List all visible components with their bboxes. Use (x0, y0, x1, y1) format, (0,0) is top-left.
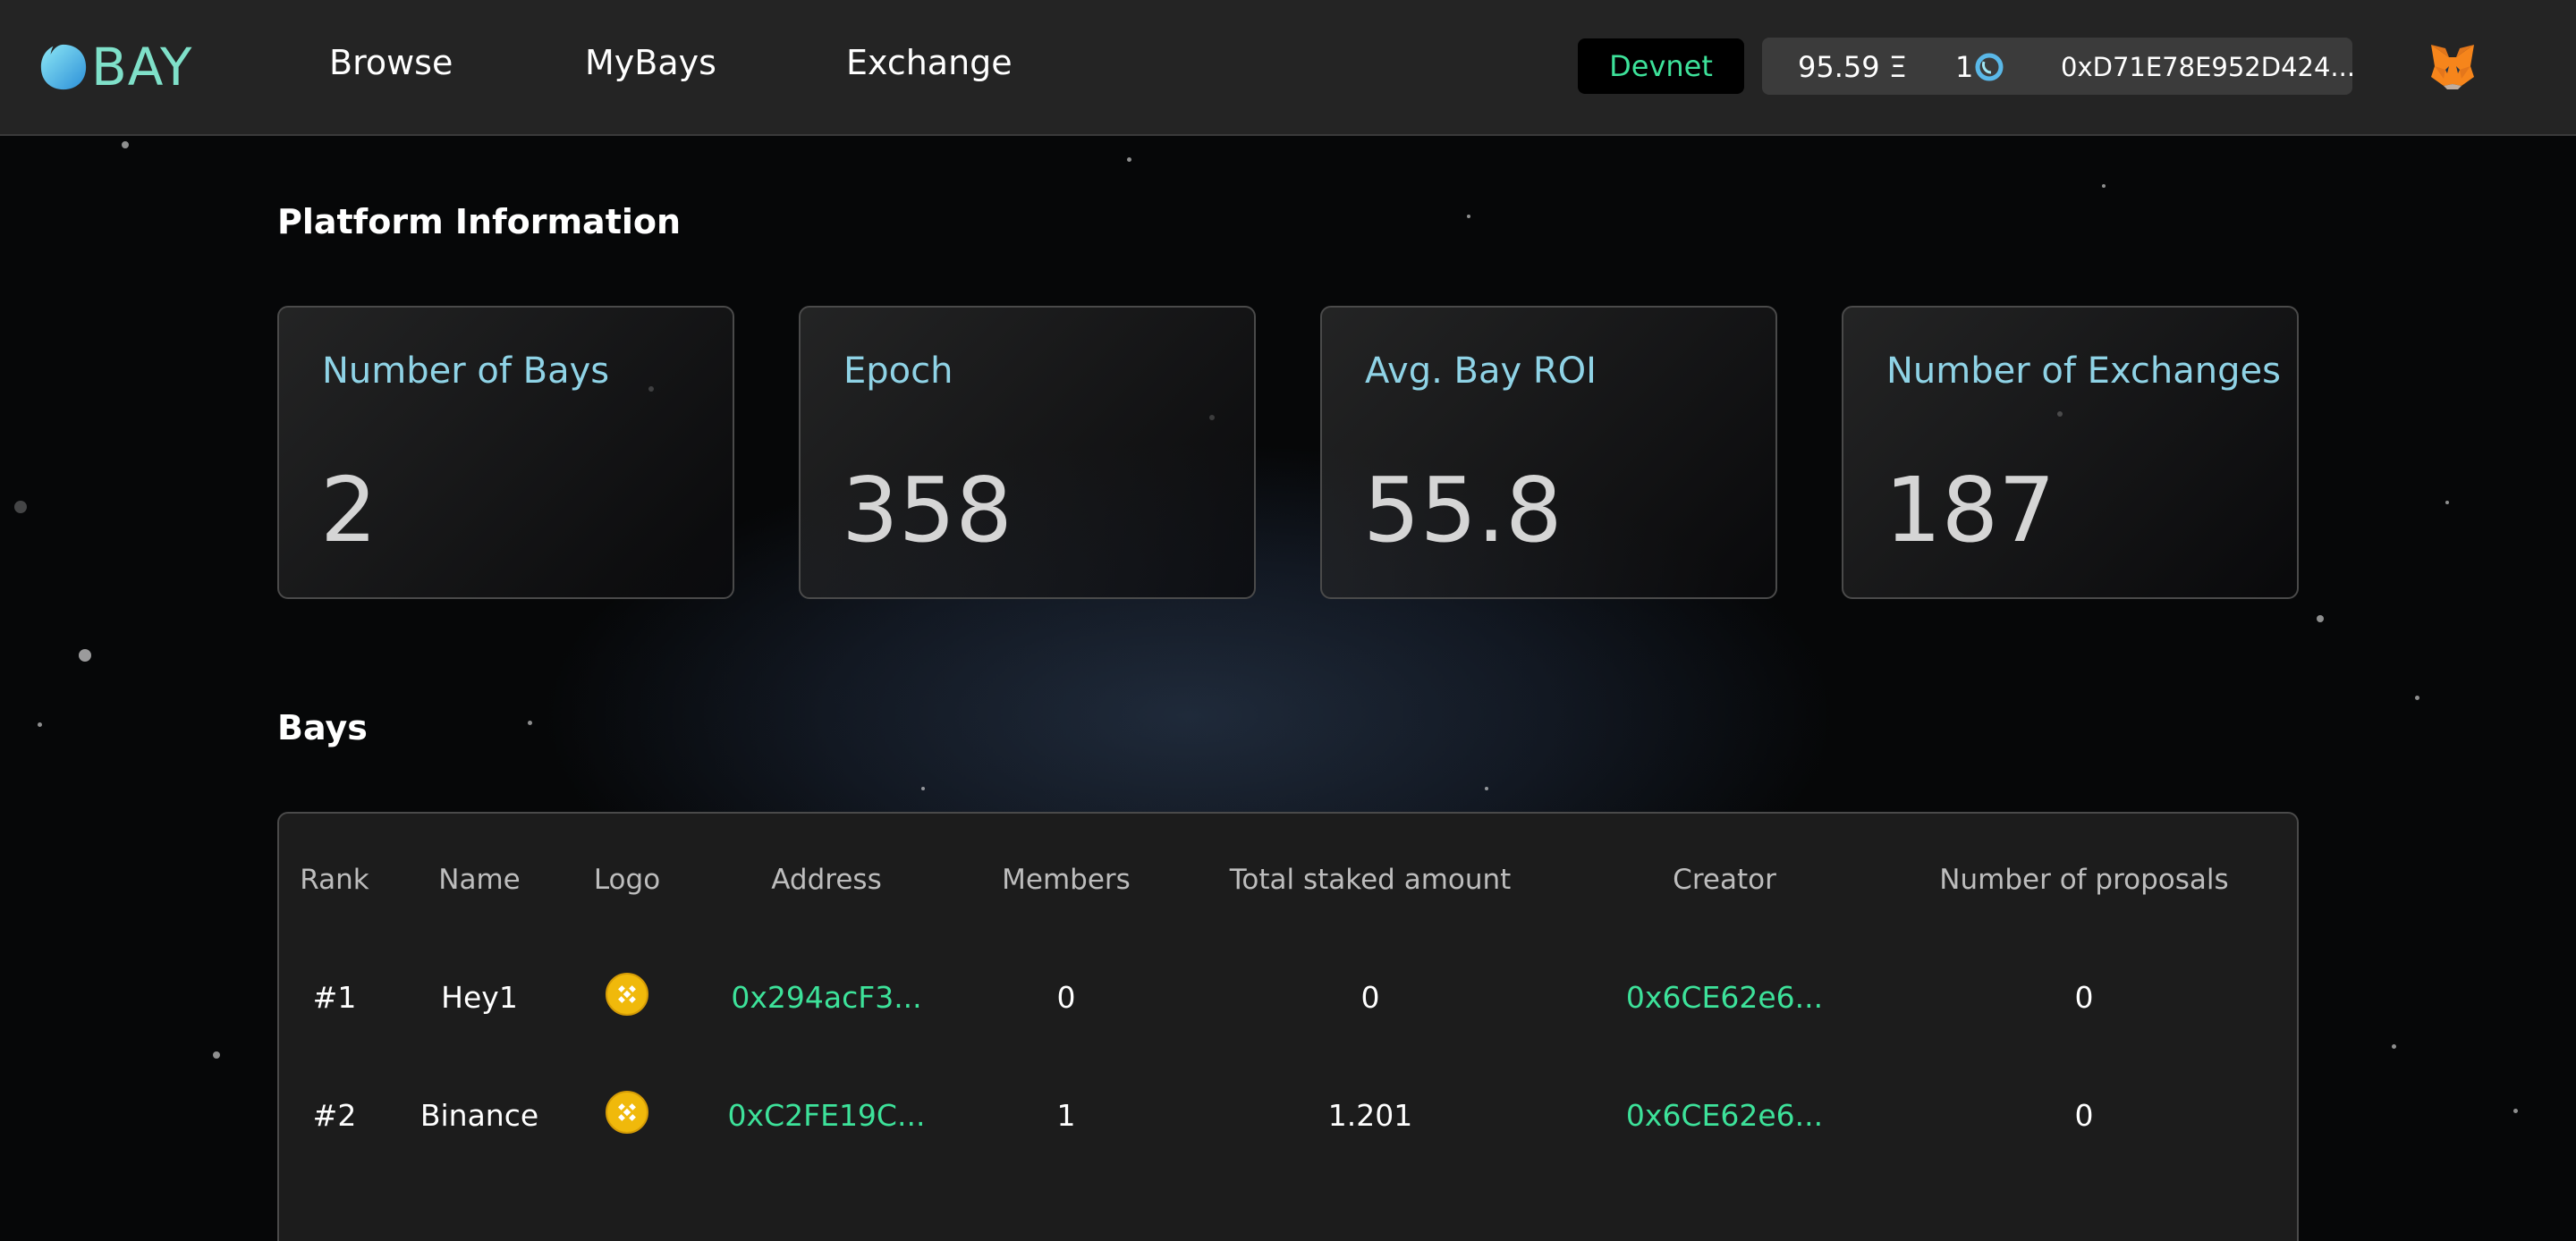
cell-name: Hey1 (441, 980, 518, 1015)
cell-total-staked: 0 (1360, 980, 1380, 1015)
column-header-logo: Logo (593, 864, 661, 896)
stat-card-label: Epoch (843, 350, 953, 392)
cell-address-link[interactable]: 0xC2FE19C... (728, 1098, 926, 1133)
column-header-proposals: Number of proposals (1939, 864, 2229, 896)
stat-card-label: Number of Exchanges (1886, 350, 2281, 392)
binance-coin-icon (606, 1091, 648, 1134)
nav-mybays[interactable]: MyBays (585, 43, 716, 82)
bays-table: Rank Name Logo Address Members Total sta… (277, 812, 2299, 1241)
wallet-info[interactable]: 95.59 Ξ 1 0xD71E78E952D424... (1762, 38, 2356, 95)
logo-text: BAY (91, 37, 193, 97)
stat-card-value: 358 (842, 458, 1013, 562)
cell-proposals: 0 (2074, 1098, 2094, 1133)
column-header-creator: Creator (1673, 864, 1776, 896)
wallet-address: 0xD71E78E952D424... (2061, 52, 2356, 82)
cell-members: 1 (1056, 1098, 1076, 1133)
cell-rank: #2 (312, 1098, 357, 1133)
stat-card-avg-roi: Avg. Bay ROI 55.8 (1320, 306, 1777, 599)
token-balance: 1 (1955, 50, 2004, 84)
top-navigation-bar: BAY Browse MyBays Exchange Devnet 95.59 … (0, 0, 2576, 136)
cell-rank: #1 (312, 980, 357, 1015)
column-header-rank: Rank (300, 864, 369, 896)
bay-logo-icon (40, 44, 87, 90)
cell-total-staked: 1.201 (1327, 1098, 1413, 1133)
stat-card-label: Number of Bays (322, 350, 610, 392)
column-header-members: Members (1002, 864, 1131, 896)
stat-card-label: Avg. Bay ROI (1365, 350, 1597, 392)
cell-address-link[interactable]: 0x294acF3... (731, 980, 921, 1015)
stat-card-epoch: Epoch 358 (799, 306, 1256, 599)
network-badge[interactable]: Devnet (1578, 38, 1744, 94)
platform-info-heading: Platform Information (277, 202, 682, 241)
binance-coin-icon (606, 973, 648, 1016)
stat-card-value: 2 (320, 458, 377, 562)
bay-token-icon (1975, 53, 2004, 81)
cell-creator-link[interactable]: 0x6CE62e6... (1626, 980, 1823, 1015)
eth-balance: 95.59 Ξ (1798, 50, 1907, 84)
token-balance-value: 1 (1955, 50, 1974, 84)
nav-browse[interactable]: Browse (329, 43, 453, 82)
column-header-name: Name (438, 864, 521, 896)
stat-card-value: 187 (1885, 458, 2055, 562)
stat-card-number-of-exchanges: Number of Exchanges 187 (1842, 306, 2299, 599)
nav-exchange[interactable]: Exchange (846, 43, 1013, 82)
cell-creator-link[interactable]: 0x6CE62e6... (1626, 1098, 1823, 1133)
column-header-total-staked: Total staked amount (1229, 864, 1512, 896)
stat-card-value: 55.8 (1363, 458, 1563, 562)
column-header-address: Address (771, 864, 882, 896)
metamask-fox-icon[interactable] (2426, 39, 2479, 93)
cell-members: 0 (1056, 980, 1076, 1015)
bays-heading: Bays (277, 708, 368, 747)
bay-logo[interactable]: BAY (38, 37, 193, 97)
stat-card-number-of-bays: Number of Bays 2 (277, 306, 734, 599)
cell-name: Binance (419, 1098, 539, 1133)
cell-proposals: 0 (2074, 980, 2094, 1015)
